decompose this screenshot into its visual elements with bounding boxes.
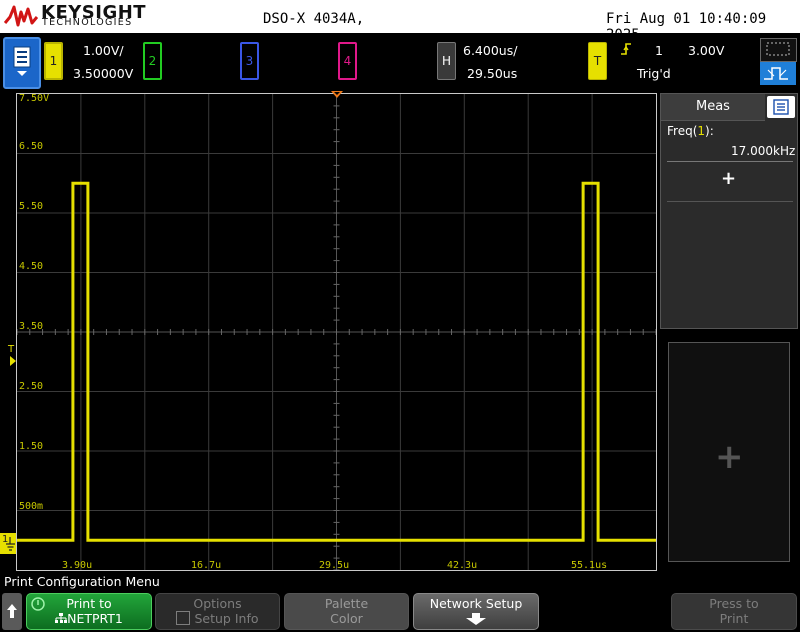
palette-value: Color	[330, 611, 363, 626]
channel-1-ground-marker[interactable]: 1	[0, 533, 16, 554]
volt-label-0: 7.50V	[19, 93, 50, 104]
channel-1-scale: 1.00V/	[83, 43, 124, 58]
meas-list-button[interactable]	[767, 96, 795, 118]
measurement-add-panel[interactable]: +	[668, 342, 790, 562]
print-to-softkey[interactable]: Print to NETPRT1	[26, 593, 152, 630]
meas-label-prefix: Freq(	[667, 124, 698, 138]
palette-label: Palette	[324, 596, 369, 611]
network-setup-label: Network Setup	[429, 596, 523, 611]
volt-label-5: 2.50	[19, 381, 44, 392]
channel-3-number: 3	[245, 54, 254, 68]
horizontal-button[interactable]: H	[437, 42, 456, 80]
channel-2-number: 2	[148, 54, 157, 68]
time-label-2: 29.5u	[319, 560, 350, 571]
keysight-logo-icon	[4, 5, 38, 27]
channel-1-number: 1	[49, 54, 58, 68]
horizontal-label: H	[441, 54, 452, 68]
volt-label-3: 4.50	[19, 261, 44, 272]
setup-info-label: Setup Info	[194, 611, 259, 626]
instrument-model: DSO-X 4034A,	[263, 11, 365, 27]
trigger-level-arrow-icon	[10, 356, 16, 366]
volt-label-7: 500m	[19, 501, 44, 512]
brand-subtitle: TECHNOLOGIES	[42, 17, 133, 28]
palette-softkey[interactable]: Palette Color	[284, 593, 409, 630]
volt-label-4: 3.50	[19, 321, 44, 332]
meas-tab-label: Meas	[696, 99, 730, 114]
trigger-level: 3.00V	[688, 43, 725, 58]
channel-4-number: 4	[343, 54, 352, 68]
press-to-label: Press to	[709, 596, 759, 611]
time-label-0: 3.90u	[62, 560, 93, 571]
network-icon	[55, 613, 68, 623]
timebase-scale: 6.400us/	[463, 43, 518, 58]
channel-4-button[interactable]: 4	[338, 42, 357, 80]
meas-item-value: 17.000kHz	[731, 144, 796, 158]
measurement-panel: Meas Freq(1): 17.000kHz +	[660, 93, 798, 329]
trigger-level-marker: T	[8, 344, 15, 355]
network-setup-softkey[interactable]: Network Setup	[413, 593, 539, 630]
zoom-window-indicator	[760, 38, 797, 62]
zoom-button[interactable]	[760, 38, 797, 85]
volt-label-1: 6.50	[19, 141, 44, 152]
options-softkey[interactable]: Options Setup Info	[155, 593, 280, 630]
meas-tab[interactable]: Meas	[661, 94, 765, 121]
options-label: Options	[193, 596, 242, 611]
meas-item-label[interactable]: Freq(1):	[667, 124, 714, 138]
back-button[interactable]	[2, 593, 22, 630]
meas-label-suffix: ):	[705, 124, 714, 138]
channel-1-offset: 3.50000V	[73, 66, 134, 81]
add-panel-plus-icon: +	[715, 437, 744, 477]
back-arrow-icon	[7, 604, 17, 618]
menu-title: Print Configuration Menu	[4, 574, 160, 589]
waveform-graticule	[17, 94, 656, 570]
trigger-button[interactable]: T	[588, 42, 607, 80]
add-measurement-button[interactable]: +	[721, 168, 736, 189]
channel-3-button[interactable]: 3	[240, 42, 259, 80]
main-menu-button[interactable]	[3, 37, 41, 89]
time-label-4: 55.1us	[571, 560, 608, 571]
zoom-icon	[760, 62, 796, 85]
meas-divider-2	[667, 201, 793, 202]
volt-label-6: 1.50	[19, 441, 44, 452]
channel-2-button[interactable]: 2	[143, 42, 162, 80]
print-to-label: Print to	[66, 596, 112, 611]
press-to-print-softkey[interactable]: Press to Print	[671, 593, 797, 630]
volt-label-2: 5.50	[19, 201, 44, 212]
time-label-3: 42.3u	[447, 560, 478, 571]
down-arrow-icon	[466, 613, 486, 625]
horizontal-delay: 29.50us	[467, 66, 518, 81]
waveform-display[interactable]	[16, 93, 657, 571]
trigger-label: T	[593, 54, 602, 68]
softkey-active-icon	[31, 597, 45, 611]
list-icon	[773, 99, 789, 115]
channel-1-button[interactable]: 1	[44, 42, 63, 80]
meas-label-channel: 1	[697, 124, 706, 138]
trigger-status: Trig'd	[637, 66, 671, 81]
time-label-1: 16.7u	[191, 560, 222, 571]
trigger-edge-icon	[621, 43, 631, 55]
main-menu-icon	[13, 46, 31, 76]
print-to-value: NETPRT1	[67, 611, 123, 626]
top-header: KEYSIGHT TECHNOLOGIES DSO-X 4034A, Fri A…	[0, 0, 800, 43]
trigger-time-marker-icon	[331, 91, 343, 98]
ground-icon	[6, 537, 15, 551]
trigger-source: 1	[655, 43, 663, 58]
setup-info-checkbox-icon	[176, 611, 191, 625]
meas-divider	[667, 161, 793, 162]
press-to-value: Print	[719, 611, 749, 626]
